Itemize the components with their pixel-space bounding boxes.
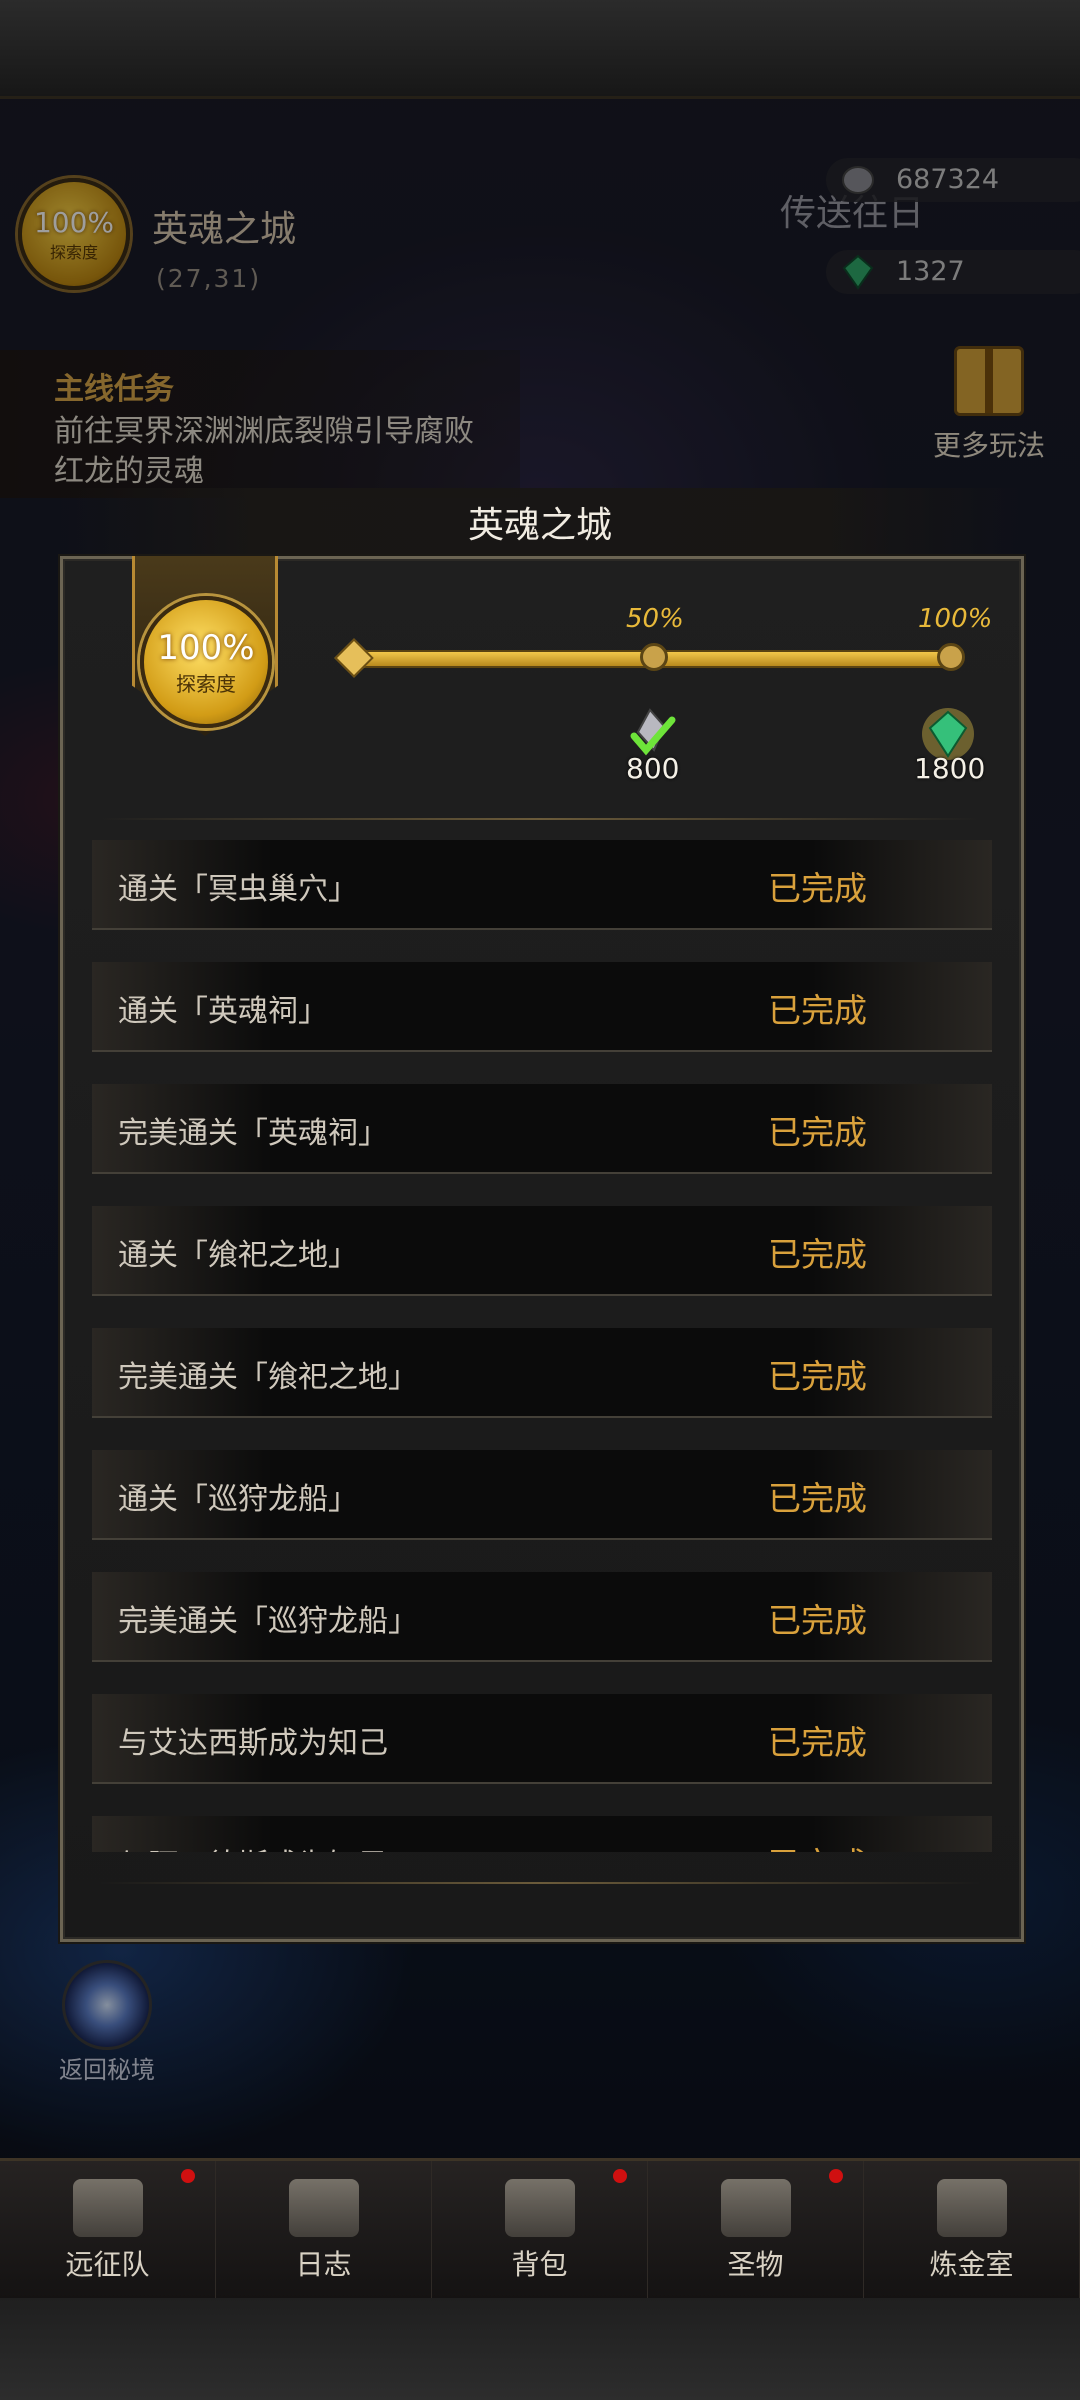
task-status: 已完成 xyxy=(768,1235,867,1274)
task-name: 完美通关「英魂祠」 xyxy=(118,1116,388,1151)
divider xyxy=(100,818,980,820)
relic-icon xyxy=(720,2179,791,2237)
milestone-50-reward: 800 xyxy=(626,752,680,785)
top-frame xyxy=(0,0,1080,99)
alchemy-icon xyxy=(936,2179,1007,2237)
task-name: 与阿四德斯成为知己 xyxy=(118,1840,388,1852)
bag-icon xyxy=(504,2179,575,2237)
nav-alchemy[interactable]: 炼金室 xyxy=(864,2161,1080,2301)
milestone-100-marker xyxy=(937,643,965,671)
notification-dot xyxy=(613,2169,627,2183)
notification-dot xyxy=(829,2169,843,2183)
task-status: 已完成 xyxy=(768,1838,867,1852)
task-name: 通关「飨祀之地」 xyxy=(118,1238,358,1273)
task-row: 与艾达西斯成为知己 已完成 xyxy=(92,1694,992,1784)
task-status: 已完成 xyxy=(768,1723,867,1762)
milestone-50-marker xyxy=(640,643,668,671)
task-row: 通关「冥虫巢穴」 已完成 xyxy=(92,840,992,930)
task-status: 已完成 xyxy=(768,1113,867,1152)
task-row: 与阿四德斯成为知己 已完成 xyxy=(92,1816,992,1852)
task-name: 完美通关「飨祀之地」 xyxy=(118,1360,418,1395)
nav-label: 远征队 xyxy=(65,2248,150,2281)
scroll-icon xyxy=(288,2179,359,2237)
task-status: 已完成 xyxy=(768,1601,867,1640)
popup-exploration-percent: 100% xyxy=(157,627,255,668)
milestone-100-reward: 1800 xyxy=(914,752,986,785)
task-name: 通关「巡狩龙船」 xyxy=(118,1482,358,1517)
nav-label: 背包 xyxy=(511,2248,568,2281)
task-row: 完美通关「英魂祠」 已完成 xyxy=(92,1084,992,1174)
task-row: 通关「巡狩龙船」 已完成 xyxy=(92,1450,992,1540)
task-name: 通关「英魂祠」 xyxy=(118,994,328,1029)
bottom-nav: 远征队 日志 背包 圣物 炼金室 xyxy=(0,2158,1080,2301)
nav-label: 日志 xyxy=(295,2248,352,2281)
task-status: 已完成 xyxy=(768,1357,867,1396)
milestone-100-label: 100% xyxy=(918,604,993,634)
task-row: 完美通关「巡狩龙船」 已完成 xyxy=(92,1572,992,1662)
task-row: 完美通关「飨祀之地」 已完成 xyxy=(92,1328,992,1418)
task-row: 通关「飨祀之地」 已完成 xyxy=(92,1206,992,1296)
task-name: 通关「冥虫巢穴」 xyxy=(118,872,358,907)
milestone-50-label: 50% xyxy=(626,604,684,634)
task-status: 已完成 xyxy=(768,991,867,1030)
notification-dot xyxy=(181,2169,195,2183)
popup-title: 英魂之城 xyxy=(467,505,612,546)
nav-label: 圣物 xyxy=(727,2248,784,2281)
helmet-icon xyxy=(72,2179,143,2237)
nav-relics[interactable]: 圣物 xyxy=(648,2161,864,2301)
nav-expedition[interactable]: 远征队 xyxy=(0,2161,216,2301)
popup-exploration-badge: 100% 探索度 xyxy=(140,596,272,728)
nav-journal[interactable]: 日志 xyxy=(216,2161,432,2301)
nav-label: 炼金室 xyxy=(929,2248,1014,2281)
nav-backpack[interactable]: 背包 xyxy=(432,2161,648,2301)
task-name: 完美通关「巡狩龙船」 xyxy=(118,1604,418,1639)
task-name: 与艾达西斯成为知己 xyxy=(118,1726,388,1761)
bottom-frame xyxy=(0,2298,1080,2400)
task-list[interactable]: 通关「冥虫巢穴」 已完成 通关「英魂祠」 已完成 完美通关「英魂祠」 已完成 通… xyxy=(92,840,992,1852)
popup-exploration-label: 探索度 xyxy=(176,671,236,696)
task-status: 已完成 xyxy=(768,1479,867,1518)
popup-bottom-divider xyxy=(100,1882,980,1884)
task-row: 通关「英魂祠」 已完成 xyxy=(92,962,992,1052)
task-status: 已完成 xyxy=(768,869,867,908)
